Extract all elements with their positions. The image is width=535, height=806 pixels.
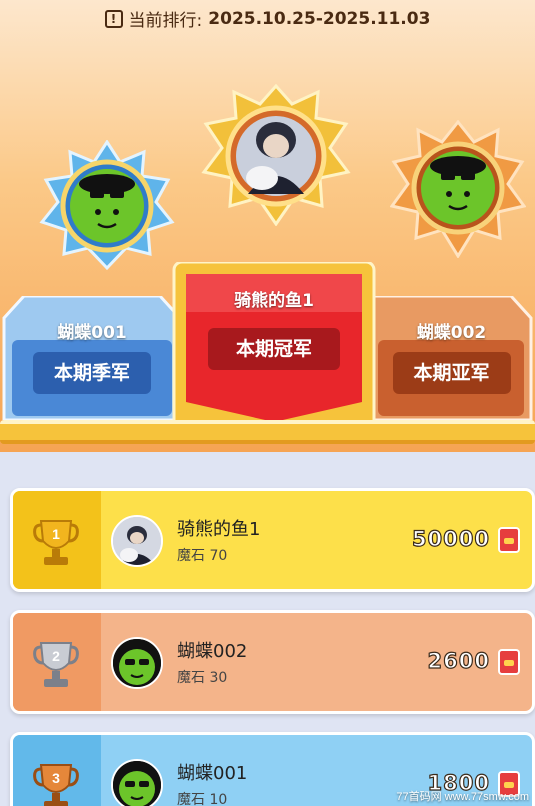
- rank-number: 1: [52, 526, 60, 542]
- second-place-podium: 蝴蝶002 本期亚军: [370, 296, 533, 420]
- third-place-medal-icon: [38, 140, 176, 272]
- bronze-trophy-icon: 3: [33, 759, 79, 806]
- first-place-title: 本期冠军: [208, 328, 340, 370]
- period-header: ! 当前排行: 2025.10.25-2025.11.03: [0, 6, 535, 31]
- player-name: 蝴蝶002: [177, 641, 248, 662]
- stage-base: [0, 420, 535, 444]
- player-name: 骑熊的鱼1: [177, 519, 261, 540]
- first-place-medal-icon: [200, 84, 352, 226]
- third-place-podium: 蝴蝶001 本期季军: [2, 296, 182, 420]
- period-label: 当前排行:: [128, 11, 203, 31]
- avatar[interactable]: [111, 515, 163, 567]
- silver-trophy-icon: 2: [33, 637, 79, 695]
- avatar[interactable]: [111, 637, 163, 689]
- leaderboard-list: 1 骑熊的鱼1 魔石 70 50000 2 蝴蝶002 魔石 30 2600 3…: [0, 452, 535, 806]
- podium-hero: ! 当前排行: 2025.10.25-2025.11.03 蝴蝶001 本期季军…: [0, 0, 535, 452]
- second-place-name: 蝴蝶002: [416, 323, 487, 343]
- rank-number: 3: [52, 770, 60, 786]
- third-place-name: 蝴蝶001: [57, 323, 127, 343]
- watermark: 77首码网 www.77smw.com: [396, 791, 529, 803]
- magic-stone-count: 魔石 30: [177, 670, 228, 686]
- score-value: 2600: [427, 648, 490, 673]
- gold-trophy-icon: 1: [33, 515, 79, 573]
- second-place-title: 本期亚军: [392, 352, 511, 394]
- red-packet-icon[interactable]: [498, 527, 520, 553]
- magic-stone-count: 魔石 10: [177, 792, 228, 806]
- red-packet-icon[interactable]: [498, 649, 520, 675]
- magic-stone-count: 魔石 70: [177, 548, 228, 564]
- third-place-title: 本期季军: [33, 352, 151, 394]
- avatar[interactable]: [111, 759, 163, 806]
- leaderboard-row[interactable]: 1 骑熊的鱼1 魔石 70 50000: [10, 488, 535, 592]
- warning-icon: !: [104, 9, 123, 28]
- score-value: 50000: [411, 526, 490, 551]
- rank-number: 2: [52, 648, 60, 664]
- first-place-name: 骑熊的鱼1: [234, 291, 314, 311]
- first-place-podium: 骑熊的鱼1 本期冠军: [172, 262, 376, 428]
- period-range: 2025.10.25-2025.11.03: [208, 8, 431, 29]
- second-place-medal-icon: [390, 120, 526, 258]
- player-name: 蝴蝶001: [177, 763, 248, 784]
- leaderboard-row[interactable]: 2 蝴蝶002 魔石 30 2600: [10, 610, 535, 714]
